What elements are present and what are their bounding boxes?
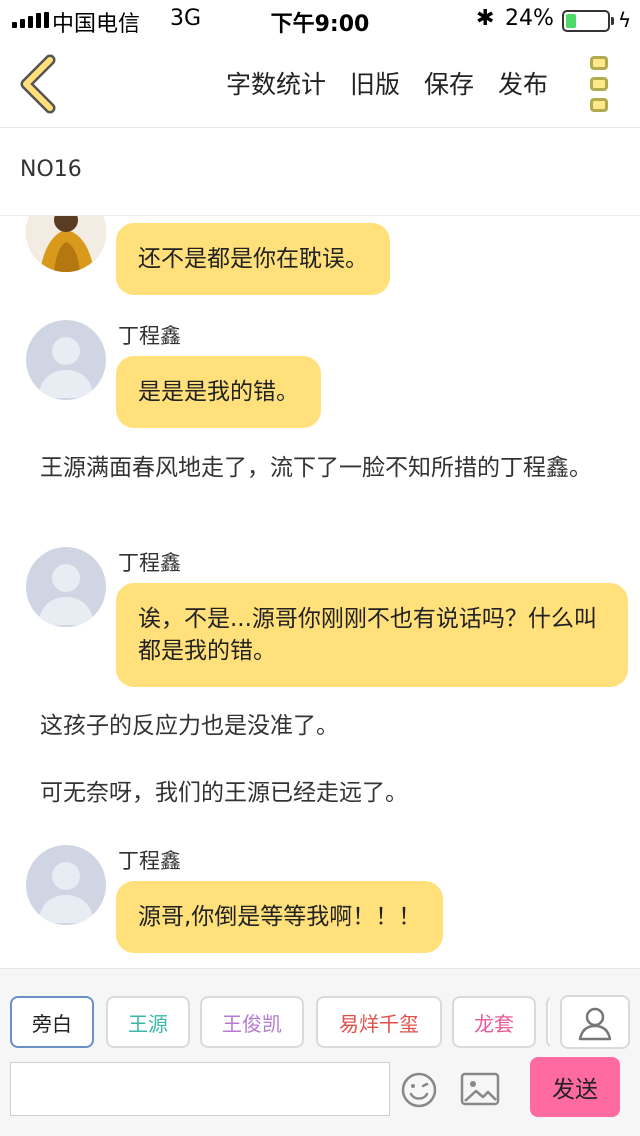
nav-bar: 字数统计 旧版 保存 发布 — [0, 40, 640, 128]
smiley-icon[interactable] — [400, 1071, 438, 1109]
avatar[interactable] — [26, 845, 106, 925]
word-count-button[interactable]: 字数统计 — [226, 65, 326, 101]
send-button[interactable]: 发送 — [530, 1057, 620, 1117]
avatar[interactable] — [26, 547, 106, 627]
bluetooth-icon: ✱ — [476, 6, 495, 31]
role-chip-wangjunkai[interactable]: 王俊凯 — [200, 996, 304, 1048]
send-label: 发送 — [552, 1077, 598, 1103]
speaker-name: 丁程鑫 — [118, 324, 181, 348]
narration-text[interactable]: 王源满面春风地走了，流下了一脸不知所措的丁程鑫。 — [40, 454, 600, 482]
avatar[interactable] — [26, 320, 106, 400]
narration-text[interactable]: 这孩子的反应力也是没准了。 — [40, 712, 600, 740]
role-chip-label: 旁白 — [32, 1011, 72, 1036]
composer-bar: 旁白 王源 王俊凯 易烊千玺 龙套 发送 — [0, 968, 640, 1136]
status-bar: 中国电信 3G 下午9:00 ✱ 24% ϟ — [0, 0, 640, 40]
role-chip-yiyangqianxi[interactable]: 易烊千玺 — [316, 996, 442, 1048]
role-chip-wangyuan[interactable]: 王源 — [106, 996, 190, 1048]
role-selector: 旁白 王源 王俊凯 易烊千玺 龙套 — [10, 996, 550, 1052]
nav-actions: 字数统计 旧版 保存 发布 — [226, 65, 548, 101]
narration-text[interactable]: 可无奈呀，我们的王源已经走远了。 — [40, 779, 600, 807]
old-version-button[interactable]: 旧版 — [350, 65, 400, 101]
message-input[interactable] — [10, 1062, 390, 1116]
charging-icon: ϟ — [618, 8, 632, 32]
chapter-header: NO16 — [0, 129, 640, 216]
role-chip-label: 王源 — [128, 1011, 168, 1036]
role-chip-label: 龙套 — [474, 1011, 514, 1036]
image-icon[interactable] — [460, 1071, 500, 1107]
role-chip-narrator[interactable]: 旁白 — [10, 996, 94, 1048]
publish-button[interactable]: 发布 — [498, 65, 548, 101]
dialog-bubble[interactable]: 还不是都是你在耽误。 — [116, 223, 390, 295]
avatar[interactable] — [26, 216, 106, 272]
more-vertical-icon[interactable] — [590, 56, 610, 112]
speaker-name: 丁程鑫 — [118, 849, 181, 873]
role-chip-label: 王俊凯 — [222, 1011, 282, 1036]
dialog-bubble[interactable]: 是是是我的错。 — [116, 356, 321, 428]
battery-tip — [611, 17, 614, 25]
role-chip-label: 易烊千玺 — [339, 1011, 419, 1036]
battery-level — [566, 14, 576, 28]
story-content[interactable]: 还不是都是你在耽误。 丁程鑫 是是是我的错。 王源满面春风地走了，流下了一脸不知… — [0, 216, 640, 968]
speaker-name: 丁程鑫 — [118, 551, 181, 575]
dialog-bubble[interactable]: 诶，不是...源哥你刚刚不也有说话吗？什么叫都是我的错。 — [116, 583, 628, 687]
back-chevron-icon[interactable] — [16, 54, 66, 114]
role-chip-more[interactable] — [546, 996, 550, 1048]
battery-percent: 24% — [505, 6, 554, 31]
save-button[interactable]: 保存 — [424, 65, 474, 101]
role-chip-longtao[interactable]: 龙套 — [452, 996, 536, 1048]
dialog-bubble[interactable]: 源哥,你倒是等等我啊！！！ — [116, 881, 444, 953]
chapter-title[interactable]: NO16 — [20, 157, 82, 182]
battery-icon — [562, 10, 610, 32]
user-icon[interactable] — [560, 995, 630, 1049]
